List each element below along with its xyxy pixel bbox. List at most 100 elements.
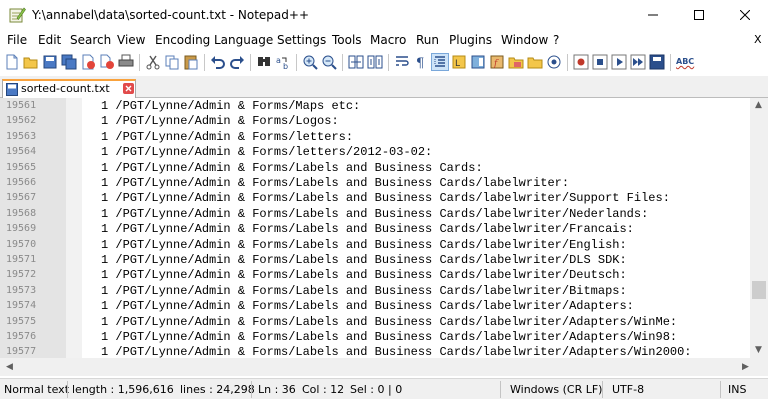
menu-macro[interactable]: Macro xyxy=(370,33,406,47)
text-line[interactable]: 19574 1 /PGT/Lynne/Admin & Forms/Labels a… xyxy=(0,299,750,314)
sync-vertical-icon[interactable] xyxy=(348,54,364,70)
save-icon[interactable] xyxy=(42,54,58,70)
show-all-chars-icon[interactable]: ¶ xyxy=(413,54,429,70)
line-text[interactable]: 1 /PGT/Lynne/Admin & Forms/Labels and Bu… xyxy=(101,222,634,236)
tab-sorted-count[interactable]: sorted-count.txt xyxy=(2,79,136,98)
sync-horizontal-icon[interactable] xyxy=(367,54,383,70)
line-text[interactable]: 1 /PGT/Lynne/Admin & Forms/letters: xyxy=(101,130,353,144)
status-insert-mode: INS xyxy=(728,383,747,396)
folder-workspace-icon[interactable] xyxy=(508,54,524,70)
vertical-scroll-thumb[interactable] xyxy=(752,280,766,299)
play-macro-icon[interactable] xyxy=(611,54,627,70)
word-wrap-icon[interactable] xyxy=(394,54,410,70)
line-text[interactable]: 1 /PGT/Lynne/Admin & Forms/Labels and Bu… xyxy=(101,207,648,221)
run-macro-multiple-icon[interactable] xyxy=(630,54,646,70)
editor-area[interactable]: 19561 1 /PGT/Lynne/Admin & Forms/Maps etc… xyxy=(0,98,768,359)
save-all-icon[interactable] xyxy=(61,54,77,70)
vertical-scrollbar[interactable]: ▲ ▼ xyxy=(750,98,768,358)
language-icon[interactable]: L xyxy=(451,54,467,70)
text-line[interactable]: 19568 1 /PGT/Lynne/Admin & Forms/Labels a… xyxy=(0,207,750,222)
text-line[interactable]: 19576 1 /PGT/Lynne/Admin & Forms/Labels a… xyxy=(0,330,750,345)
menu-edit[interactable]: Edit xyxy=(38,33,61,47)
minimize-button[interactable] xyxy=(630,0,676,30)
text-line[interactable]: 19569 1 /PGT/Lynne/Admin & Forms/Labels a… xyxy=(0,222,750,237)
menu-encoding[interactable]: Encoding xyxy=(155,33,210,47)
line-text[interactable]: 1 /PGT/Lynne/Admin & Forms/Labels and Bu… xyxy=(101,176,569,190)
line-text[interactable]: 1 /PGT/Lynne/Admin & Forms/Maps etc: xyxy=(101,99,360,113)
text-line[interactable]: 19567 1 /PGT/Lynne/Admin & Forms/Labels a… xyxy=(0,191,750,206)
text-line[interactable]: 19562 1 /PGT/Lynne/Admin & Forms/Logos: xyxy=(0,114,750,129)
scroll-up-icon[interactable]: ▲ xyxy=(755,100,762,110)
menu-file[interactable]: File xyxy=(7,33,27,47)
text-line[interactable]: 19561 1 /PGT/Lynne/Admin & Forms/Maps etc… xyxy=(0,99,750,114)
toolbar: ab ¶ L f ABC xyxy=(0,50,768,76)
save-macro-icon[interactable] xyxy=(649,54,665,70)
line-text[interactable]: 1 /PGT/Lynne/Admin & Forms/Labels and Bu… xyxy=(101,238,627,252)
zoom-in-icon[interactable] xyxy=(302,54,318,70)
close-all-icon[interactable] xyxy=(99,54,115,70)
notepadpp-app-icon[interactable] xyxy=(8,6,26,24)
horizontal-scrollbar[interactable]: ◀ ▶ xyxy=(0,358,768,376)
new-file-icon[interactable] xyxy=(4,54,20,70)
monitoring-icon[interactable] xyxy=(546,54,562,70)
zoom-out-icon[interactable] xyxy=(321,54,337,70)
close-tab-icon[interactable] xyxy=(123,83,134,94)
line-text[interactable]: 1 /PGT/Lynne/Admin & Forms/Labels and Bu… xyxy=(101,268,627,282)
replace-icon[interactable]: ab xyxy=(275,54,291,70)
close-document-button[interactable]: X xyxy=(754,33,762,46)
menu-window[interactable]: Window xyxy=(501,33,548,47)
line-text[interactable]: 1 /PGT/Lynne/Admin & Forms/Labels and Bu… xyxy=(101,284,627,298)
indent-guide-icon[interactable] xyxy=(431,53,449,71)
folder-icon[interactable] xyxy=(527,54,543,70)
line-text[interactable]: 1 /PGT/Lynne/Admin & Forms/Labels and Bu… xyxy=(101,299,634,313)
line-text[interactable]: 1 /PGT/Lynne/Admin & Forms/Labels and Bu… xyxy=(101,315,677,329)
text-line[interactable]: 19572 1 /PGT/Lynne/Admin & Forms/Labels a… xyxy=(0,268,750,283)
scroll-down-icon[interactable]: ▼ xyxy=(755,345,762,355)
line-text[interactable]: 1 /PGT/Lynne/Admin & Forms/Logos: xyxy=(101,114,339,128)
line-text[interactable]: 1 /PGT/Lynne/Admin & Forms/Labels and Bu… xyxy=(101,330,677,344)
redo-icon[interactable] xyxy=(229,54,245,70)
toolbar-separator xyxy=(296,54,297,71)
stop-macro-icon[interactable] xyxy=(592,54,608,70)
text-line[interactable]: 19565 1 /PGT/Lynne/Admin & Forms/Labels a… xyxy=(0,161,750,176)
doc-map-icon[interactable] xyxy=(470,54,486,70)
open-file-icon[interactable] xyxy=(23,54,39,70)
line-text[interactable]: 1 /PGT/Lynne/Admin & Forms/Labels and Bu… xyxy=(101,253,627,267)
scroll-left-icon[interactable]: ◀ xyxy=(6,362,13,372)
menu-language[interactable]: Language xyxy=(214,33,273,47)
text-line[interactable]: 19571 1 /PGT/Lynne/Admin & Forms/Labels a… xyxy=(0,253,750,268)
text-line[interactable]: 19563 1 /PGT/Lynne/Admin & Forms/letters: xyxy=(0,130,750,145)
text-line[interactable]: 19570 1 /PGT/Lynne/Admin & Forms/Labels a… xyxy=(0,238,750,253)
spell-check-icon[interactable]: ABC xyxy=(676,54,698,70)
menu-search[interactable]: Search xyxy=(70,33,111,47)
find-icon[interactable] xyxy=(256,54,272,70)
menu-settings[interactable]: Settings xyxy=(277,33,326,47)
file-saved-icon xyxy=(6,83,18,96)
text-line[interactable]: 19566 1 /PGT/Lynne/Admin & Forms/Labels a… xyxy=(0,176,750,191)
record-macro-icon[interactable] xyxy=(573,54,589,70)
undo-icon[interactable] xyxy=(210,54,226,70)
paste-icon[interactable] xyxy=(183,54,199,70)
toolbar-separator xyxy=(388,54,389,71)
copy-icon[interactable] xyxy=(164,54,180,70)
text-line[interactable]: 19564 1 /PGT/Lynne/Admin & Forms/letters/… xyxy=(0,145,750,160)
maximize-button[interactable] xyxy=(676,0,722,30)
line-number: 19570 xyxy=(6,238,37,250)
line-text[interactable]: 1 /PGT/Lynne/Admin & Forms/Labels and Bu… xyxy=(101,191,670,205)
scroll-right-icon[interactable]: ▶ xyxy=(742,362,749,372)
menu-run[interactable]: Run xyxy=(416,33,439,47)
cut-icon[interactable] xyxy=(145,54,161,70)
close-file-icon[interactable] xyxy=(80,54,96,70)
menu-plugins[interactable]: Plugins xyxy=(449,33,492,47)
menu-view[interactable]: View xyxy=(117,33,145,47)
text-line[interactable]: 19575 1 /PGT/Lynne/Admin & Forms/Labels a… xyxy=(0,315,750,330)
line-number: 19576 xyxy=(6,331,37,342)
print-icon[interactable] xyxy=(118,54,134,70)
menu-tools[interactable]: Tools xyxy=(332,33,362,47)
text-line[interactable]: 19573 1 /PGT/Lynne/Admin & Forms/Labels a… xyxy=(0,284,750,299)
menu-help[interactable]: ? xyxy=(553,33,559,47)
close-window-button[interactable] xyxy=(722,0,768,30)
function-list-icon[interactable]: f xyxy=(489,54,505,70)
line-text[interactable]: 1 /PGT/Lynne/Admin & Forms/Labels and Bu… xyxy=(101,161,483,175)
line-text[interactable]: 1 /PGT/Lynne/Admin & Forms/letters/2012-… xyxy=(101,145,432,159)
